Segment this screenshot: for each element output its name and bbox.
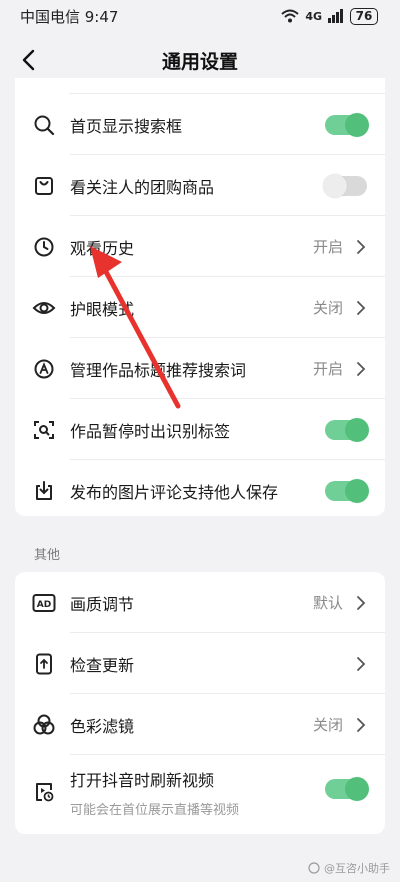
row-search-keywords[interactable]: 管理作品标题推荐搜索词 开启	[15, 338, 385, 399]
carrier-time: 中国电信 9:47	[20, 7, 119, 26]
row-label: 色彩滤镜	[70, 716, 135, 736]
toggle-switch[interactable]	[325, 478, 369, 503]
row-group-buy[interactable]: 看关注人的团购商品	[15, 155, 385, 216]
row-color-filter[interactable]: 色彩滤镜 关闭	[15, 694, 385, 755]
row-label: 管理作品标题推荐搜索词	[70, 360, 247, 380]
scan-icon	[31, 417, 57, 443]
clock-icon	[31, 234, 57, 260]
row-pause-tags[interactable]: 作品暂停时出识别标签	[15, 399, 385, 460]
search-icon	[31, 112, 57, 138]
refresh-video-icon	[31, 779, 57, 805]
chevron-right-icon	[357, 656, 366, 671]
network-label: 4G	[305, 9, 322, 23]
settings-group-general: 首页显示搜索框 看关注人的团购商品 观看历史 开启 护眼模式 关闭 管理作品标题	[15, 78, 385, 516]
search-badge-icon	[31, 356, 57, 382]
row-label: 作品暂停时出识别标签	[70, 421, 231, 441]
battery-indicator: 76	[350, 7, 378, 25]
row-watch-history[interactable]: 观看历史 开启	[15, 216, 385, 277]
watermark: @互咨小助手	[308, 860, 390, 876]
row-value: 开启	[312, 238, 343, 256]
toggle-switch[interactable]	[325, 777, 369, 801]
row-refresh-video[interactable]: 打开抖音时刷新视频 可能会在首位展示直播等视频	[15, 755, 385, 833]
row-search-box[interactable]: 首页显示搜索框	[15, 94, 385, 155]
row-video-quality[interactable]: AD 画质调节 默认	[15, 572, 385, 633]
toggle-switch[interactable]	[323, 173, 367, 198]
ad-icon: AD	[31, 590, 57, 616]
page-title: 通用设置	[161, 50, 238, 73]
watermark-text: @互咨小助手	[324, 862, 390, 875]
watermark-logo-icon	[308, 862, 320, 874]
toggle-switch[interactable]	[325, 417, 369, 442]
wifi-icon	[281, 9, 299, 23]
chevron-right-icon	[357, 239, 366, 254]
partial-row-divider	[69, 78, 385, 94]
row-image-save[interactable]: 发布的图片评论支持他人保存	[15, 460, 385, 516]
color-filter-icon	[31, 712, 57, 738]
phone-update-icon	[31, 651, 57, 677]
row-value: 关闭	[312, 299, 343, 317]
row-check-update[interactable]: 检查更新	[15, 633, 385, 694]
toggle-switch[interactable]	[325, 112, 369, 137]
row-label: 打开抖音时刷新视频	[70, 771, 215, 790]
row-label: 发布的图片评论支持他人保存	[70, 482, 279, 502]
download-icon	[31, 478, 57, 504]
row-sublabel: 可能会在首位展示直播等视频	[70, 803, 240, 818]
svg-text:AD: AD	[37, 600, 51, 610]
back-button[interactable]	[12, 44, 44, 76]
row-eye-protection[interactable]: 护眼模式 关闭	[15, 277, 385, 338]
chevron-right-icon	[357, 361, 366, 376]
row-label: 看关注人的团购商品	[70, 177, 215, 197]
row-label: 首页显示搜索框	[70, 116, 183, 136]
row-label: 观看历史	[70, 238, 135, 258]
chevron-right-icon	[357, 300, 366, 315]
row-value: 默认	[312, 594, 343, 612]
signal-icon	[328, 9, 343, 23]
eye-icon	[31, 295, 57, 321]
chevron-left-icon	[22, 49, 35, 71]
status-bar: 中国电信 9:47 4G 76	[0, 0, 400, 32]
row-label: 护眼模式	[70, 299, 135, 319]
section-title-other: 其他	[34, 548, 61, 563]
chevron-right-icon	[357, 717, 366, 732]
bag-icon	[31, 173, 57, 199]
nav-bar: 通用设置	[0, 36, 400, 84]
row-label: 画质调节	[70, 594, 135, 614]
row-value: 开启	[312, 360, 343, 378]
status-icons: 4G 76	[281, 7, 378, 25]
row-label: 检查更新	[70, 655, 135, 675]
settings-group-other: AD 画质调节 默认 检查更新 色彩滤镜 关闭 打开抖音时刷新视频 可能会在首位…	[15, 572, 385, 834]
chevron-right-icon	[357, 595, 366, 610]
row-value: 关闭	[312, 716, 343, 734]
